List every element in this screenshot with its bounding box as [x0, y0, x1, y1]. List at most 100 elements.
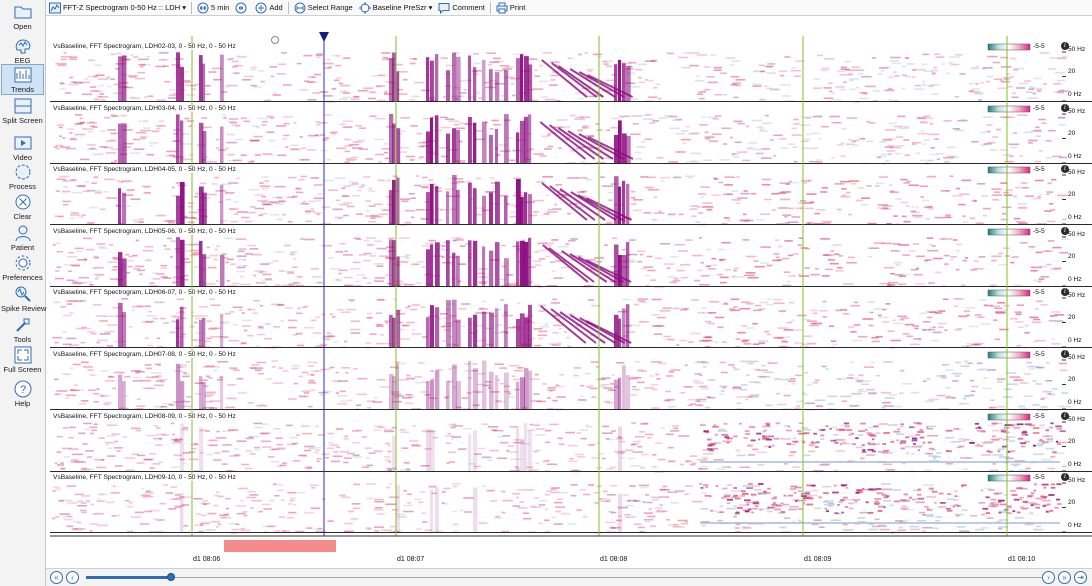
spectrogram-speck — [107, 447, 113, 450]
spectrogram-speck — [367, 190, 376, 192]
previous-page-button[interactable]: ‹ — [66, 571, 79, 584]
spectrogram-plot-area[interactable]: VsBaseline, FFT Spectrogram, LDH02-03, 0… — [50, 16, 1092, 568]
time-slider-track[interactable] — [86, 577, 1046, 578]
sidebar-item-clear[interactable]: Clear — [1, 192, 44, 221]
select-range-button[interactable]: Select Range — [291, 0, 356, 15]
sidebar-item-trends[interactable]: Trends — [1, 64, 44, 95]
time-slider-thumb[interactable] — [167, 573, 175, 581]
sidebar-item-eeg[interactable]: EEG — [1, 36, 44, 65]
info-icon[interactable]: i — [1061, 165, 1069, 173]
spectrogram-speck — [640, 253, 644, 256]
spectral-burst — [426, 131, 431, 163]
channel-spectrogram[interactable] — [50, 297, 1092, 349]
sidebar-item-full-screen[interactable]: Full Screen — [1, 345, 44, 374]
spectrogram-speck — [1061, 392, 1069, 394]
spectrogram-speck — [563, 126, 571, 128]
comment-button[interactable]: Comment — [435, 0, 488, 15]
channel-spectrogram[interactable] — [50, 51, 1092, 103]
channel-spectrogram[interactable] — [50, 359, 1092, 411]
spectrogram-speck — [721, 386, 727, 389]
info-icon[interactable]: i — [1061, 412, 1069, 420]
spectrogram-speck — [1035, 339, 1046, 342]
duration-dropdown[interactable]: 5 min — [194, 0, 232, 15]
selected-range-bar[interactable] — [224, 540, 336, 552]
add-button[interactable]: Add — [252, 0, 285, 15]
spectrogram-speck — [601, 60, 607, 63]
spectral-burst — [430, 244, 434, 286]
channel-spectrogram[interactable] — [50, 482, 1092, 534]
sidebar-item-help[interactable]: ? Help — [1, 379, 44, 408]
info-icon[interactable]: i — [1061, 104, 1069, 112]
event-marker-icon[interactable] — [271, 36, 279, 44]
spectrogram-speck — [271, 360, 279, 362]
spectral-burst — [396, 256, 400, 286]
sidebar-item-process[interactable]: Process — [1, 162, 44, 191]
spectrogram-speck — [758, 130, 769, 132]
sidebar-item-spike-review[interactable]: Spike Review — [1, 284, 46, 313]
info-icon[interactable]: i — [1061, 42, 1069, 50]
info-icon[interactable]: i — [1061, 350, 1069, 358]
info-icon[interactable]: i — [1061, 288, 1069, 296]
spectrogram-speck — [310, 507, 321, 510]
sidebar-item-split-screen[interactable]: Split Screen — [1, 96, 44, 125]
spectrogram-speck — [874, 518, 880, 521]
spectrogram-speck — [1027, 365, 1033, 368]
spectrogram-speck — [244, 220, 253, 223]
cursor-marker-icon[interactable] — [319, 32, 329, 42]
spectrogram-speck — [343, 254, 353, 256]
montage-dropdown[interactable]: FFT-Z Spectrogram 0-50 Hz :: LDH ▾ — [46, 0, 189, 15]
spectrogram-speck — [839, 73, 849, 76]
spectrogram-speck — [756, 432, 762, 435]
spectrogram-speck — [1047, 393, 1052, 395]
spectrogram-speck — [873, 489, 878, 491]
sidebar-item-open[interactable]: Open — [1, 2, 44, 31]
info-icon[interactable]: i — [1061, 227, 1069, 235]
spectrogram-speck — [448, 368, 453, 370]
spectrogram-speck — [304, 238, 315, 241]
sidebar-item-patient[interactable]: Patient — [1, 223, 44, 252]
spectrogram-speck — [704, 136, 715, 138]
spectrogram-speck — [773, 155, 777, 157]
spectrogram-speck — [887, 144, 894, 147]
spectrogram-speck — [390, 525, 395, 528]
spectrogram-speck — [777, 245, 783, 248]
spectrogram-speck — [105, 441, 114, 444]
spectrogram-speck — [814, 399, 826, 402]
spectrogram-speck — [889, 60, 899, 62]
next-page-button[interactable]: › — [1042, 571, 1055, 584]
spectrogram-speck — [840, 499, 845, 501]
spectrogram-speck — [512, 493, 520, 495]
sidebar-item-preferences[interactable]: Preferences — [1, 253, 44, 282]
first-page-button[interactable]: « — [50, 571, 63, 584]
spectrogram-speck — [825, 510, 830, 513]
zoom-in-button[interactable] — [232, 0, 252, 15]
spectrogram-speck — [507, 445, 515, 447]
spectrogram-speck — [96, 341, 101, 344]
spectrogram-speck — [282, 462, 287, 464]
spectrogram-speck — [149, 467, 155, 469]
spectrogram-speck — [131, 305, 142, 308]
spectrogram-speck — [639, 321, 650, 323]
sidebar-item-video[interactable]: Video — [1, 133, 44, 162]
channel-spectrogram[interactable] — [50, 236, 1092, 288]
baseline-dropdown[interactable]: Baseline PreSzr ▾ — [356, 0, 436, 15]
last-page-button[interactable]: » — [1058, 571, 1071, 584]
end-button[interactable]: ⇥ — [1074, 571, 1087, 584]
spectrogram-speck — [899, 275, 906, 278]
spectrogram-speck — [795, 400, 800, 403]
spectrogram-speck — [296, 434, 300, 436]
spectrogram-speck — [850, 304, 861, 307]
spectrogram-speck — [366, 406, 372, 409]
channel-spectrogram[interactable] — [50, 174, 1092, 226]
info-icon[interactable]: i — [1061, 473, 1069, 481]
spectrogram-speck — [369, 91, 376, 94]
spectrogram-speck — [821, 220, 832, 223]
sidebar-item-tools[interactable]: Tools — [1, 315, 44, 344]
print-button[interactable]: Print — [493, 0, 528, 15]
channel-spectrogram[interactable] — [50, 421, 1092, 473]
spectrogram-speck — [99, 247, 108, 250]
spectrogram-speck — [378, 161, 382, 163]
channel-spectrogram[interactable] — [50, 113, 1092, 165]
spectrogram-speck — [783, 271, 791, 273]
spectrogram-speck — [229, 208, 239, 210]
